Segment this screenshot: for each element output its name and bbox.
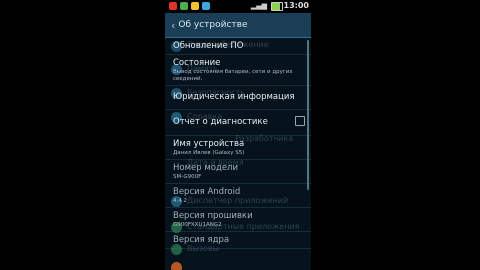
list-item-baseband-version: Версия прошивки G900FXXU1ANG2 — [165, 208, 311, 232]
list-item-title: Юридическая информация — [173, 92, 295, 102]
status-bar: ▂▄▆ 13:00 — [165, 0, 311, 13]
list-item-diagnostics[interactable]: Отчет о диагностике — [165, 110, 311, 136]
settings-list: Обновление ПО Состояние Вывод состояния … — [165, 38, 311, 249]
phone-screen: Энергосбережение Память Безопасность Спр… — [165, 0, 311, 270]
battery-fill — [272, 3, 280, 10]
list-item-model-number: Номер модели SM-G900F — [165, 160, 311, 184]
list-item-title: Отчет о диагностике — [173, 117, 268, 127]
list-item-title: Обновление ПО — [173, 41, 244, 51]
list-item-status[interactable]: Состояние Вывод состояния батареи, сети … — [165, 55, 311, 86]
list-item-android-version[interactable]: Версия Android 4.4.2 — [165, 184, 311, 208]
list-item-title: Состояние — [173, 58, 221, 68]
ghost-icon — [171, 262, 182, 270]
list-item-device-name[interactable]: Имя устройства Данил Ивлев (Galaxy S5) — [165, 136, 311, 160]
action-bar[interactable]: ‹ Об устройстве — [165, 13, 311, 38]
page-title: Об устройстве — [178, 20, 248, 30]
diagnostics-checkbox[interactable] — [295, 116, 305, 126]
list-item-title: Версия ядра — [173, 235, 230, 245]
list-item-subtitle: Вывод состояния батареи, сети и других с… — [173, 69, 293, 82]
battery-icon — [271, 2, 283, 11]
list-item-title: Номер модели — [173, 163, 239, 173]
list-item-title: Версия Android — [173, 187, 241, 197]
list-item-subtitle: 4.4.2 — [173, 198, 187, 204]
list-item-title: Имя устройства — [173, 139, 245, 149]
list-item-kernel-version: Версия ядра — [165, 232, 311, 249]
app-icon-yellow — [191, 2, 199, 10]
app-icon-blue — [202, 2, 210, 10]
chevron-left-icon[interactable]: ‹ — [171, 19, 175, 32]
app-icon-red — [169, 2, 177, 10]
scrollbar[interactable] — [307, 40, 309, 190]
list-item-subtitle: Данил Ивлев (Galaxy S5) — [173, 150, 245, 156]
signal-icon: ▂▄▆ — [250, 2, 267, 10]
list-item-software-update[interactable]: Обновление ПО — [165, 38, 311, 55]
clock: 13:00 — [283, 1, 309, 10]
list-item-title: Версия прошивки — [173, 211, 253, 221]
app-icon-green — [180, 2, 188, 10]
list-item-subtitle: SM-G900F — [173, 174, 202, 180]
list-item-legal[interactable]: Юридическая информация — [165, 86, 311, 110]
list-item-subtitle: G900FXXU1ANG2 — [173, 222, 222, 228]
